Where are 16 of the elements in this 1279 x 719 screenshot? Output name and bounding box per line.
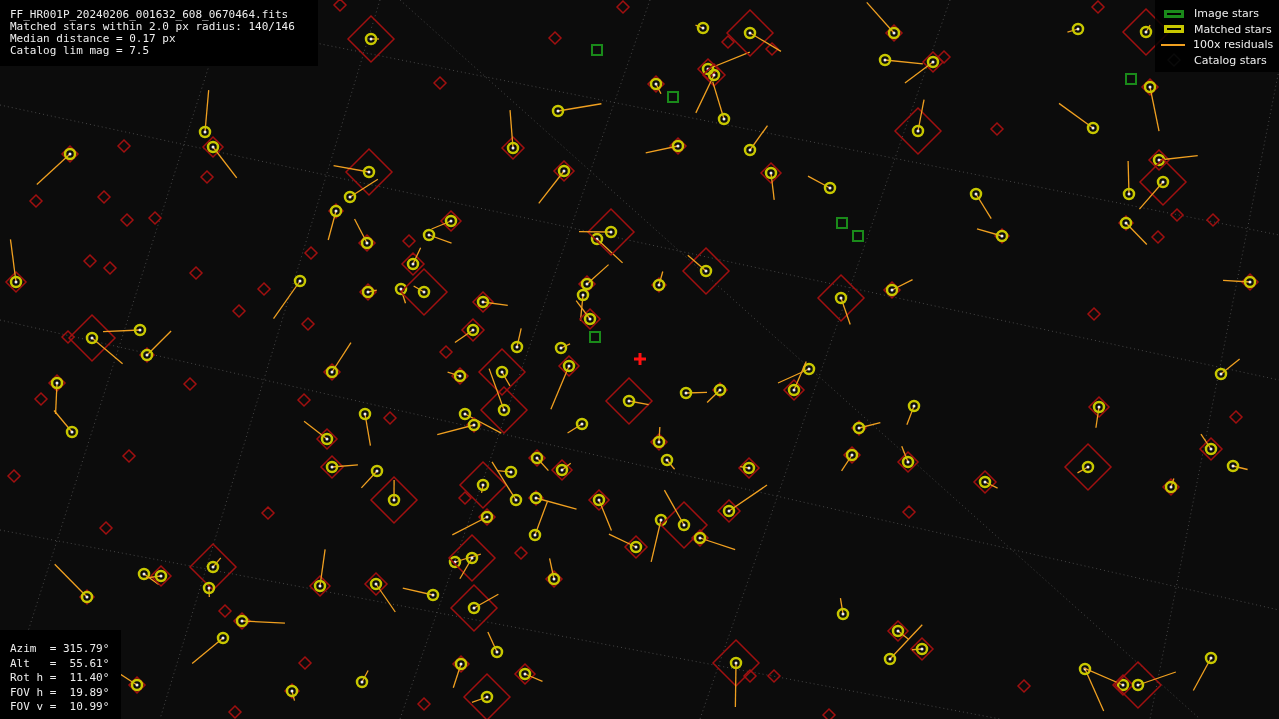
info-text: Median distance = 0.17 px	[10, 33, 177, 45]
info-text: FF_HR001P_20240206_001632_608_0670464.fits	[10, 9, 290, 21]
info-text: Matched stars within 2.0 px radius: 140/146	[10, 21, 296, 33]
pointing-text: Alt = 55.61°	[10, 656, 111, 671]
image-star-symbol-icon	[1163, 9, 1184, 18]
pointing-text: FOV h = 19.89°	[10, 685, 111, 700]
pointing-text: FOV v = 10.99°	[10, 700, 111, 715]
pointing-text: Rot h = 11.40°	[10, 671, 111, 686]
legend-label: Catalog stars	[1194, 53, 1267, 67]
matched-star-symbol-icon	[1163, 25, 1184, 34]
legend-label: 100x residuals	[1193, 38, 1274, 52]
residual-line-icon	[1161, 43, 1185, 46]
pointing-text: Azim = 315.79°	[10, 642, 111, 657]
info-text: Catalog lim mag = 7.5	[10, 45, 151, 57]
legend-label: Matched stars	[1194, 22, 1272, 36]
legend-label: Image stars	[1194, 7, 1259, 21]
